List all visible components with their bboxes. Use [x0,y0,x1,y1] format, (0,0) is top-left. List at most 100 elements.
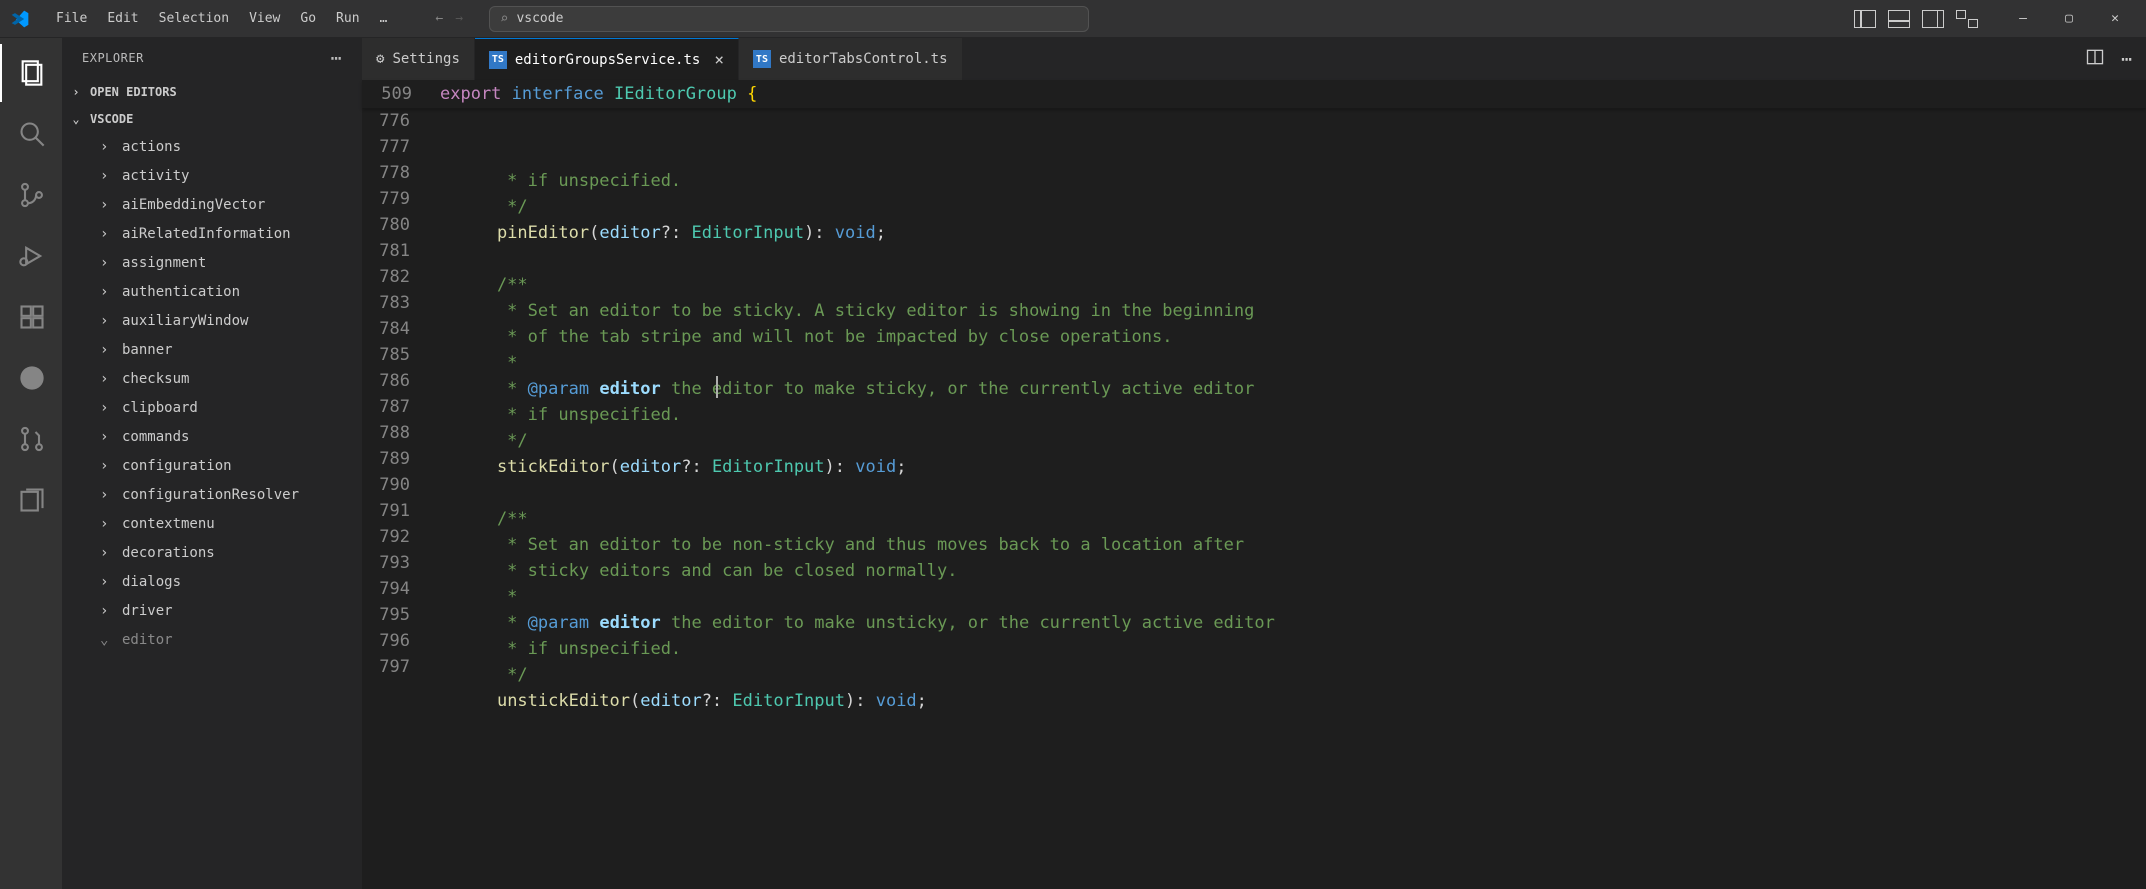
sticky-token: interface [512,84,604,104]
tree-folder[interactable]: ›authentication [62,277,362,306]
toggle-primary-sidebar-icon[interactable] [1854,10,1876,28]
tree-folder[interactable]: ›actions [62,132,362,161]
code-line[interactable]: */ [456,428,2146,454]
tree-item-label: actions [122,139,181,155]
activity-references-icon[interactable] [0,471,62,529]
split-editor-icon[interactable] [2085,47,2105,71]
window-maximize-icon[interactable]: ▢ [2046,3,2092,35]
activity-debug-icon[interactable] [0,227,62,285]
code-line[interactable]: /** [456,272,2146,298]
window-minimize-icon[interactable]: — [2000,3,2046,35]
menu-selection[interactable]: Selection [149,7,239,30]
tree-folder[interactable]: ›checksum [62,364,362,393]
editor-tab[interactable]: ⚙Settings [362,38,475,80]
tree-item-label: configuration [122,458,232,474]
nav-forward-icon[interactable]: → [455,11,463,26]
tree-folder[interactable]: ›aiEmbeddingVector [62,190,362,219]
editor-tab[interactable]: TSeditorTabsControl.ts [739,38,963,80]
tree-folder[interactable]: ›commands [62,422,362,451]
tree-folder[interactable]: ›decorations [62,538,362,567]
code-line[interactable]: * @param editor the editor to make unsti… [456,610,2146,636]
code-line[interactable]: stickEditor(editor?: EditorInput): void; [456,454,2146,480]
nav-back-icon[interactable]: ← [435,11,443,26]
sticky-token: { [747,84,757,104]
tree-folder[interactable]: ›assignment [62,248,362,277]
file-tree[interactable]: ›actions›activity›aiEmbeddingVector›aiRe… [62,132,362,889]
chevron-down-icon: ⌄ [68,112,84,126]
sidebar-more-icon[interactable]: ⋯ [331,48,342,69]
window-close-icon[interactable]: ✕ [2092,3,2138,35]
editor-tab[interactable]: TSeditorGroupsService.ts× [475,38,739,80]
tree-folder[interactable]: ›aiRelatedInformation [62,219,362,248]
tree-folder[interactable]: ›activity [62,161,362,190]
code-line[interactable]: * [456,584,2146,610]
activity-bar [0,38,62,889]
activity-search-icon[interactable] [0,105,62,163]
tree-folder[interactable]: ›configuration [62,451,362,480]
code-line[interactable]: * if unspecified. [456,636,2146,662]
tree-folder[interactable]: ›dialogs [62,567,362,596]
search-input: vscode [516,11,563,26]
tree-item-label: decorations [122,545,215,561]
code-content[interactable]: * if unspecified. */ pinEditor(editor?: … [452,108,2146,889]
editor-more-icon[interactable]: ⋯ [2121,49,2132,70]
line-number: 796 [362,628,436,654]
tree-folder[interactable]: ›contextmenu [62,509,362,538]
section-open-editors[interactable]: › OPEN EDITORS [62,78,362,105]
menu-file[interactable]: File [46,7,97,30]
code-line[interactable]: * if unspecified. [456,168,2146,194]
activity-github-icon[interactable] [0,349,62,407]
code-line[interactable]: */ [456,194,2146,220]
code-line[interactable]: * of the tab stripe and will not be impa… [456,324,2146,350]
line-number: 789 [362,446,436,472]
menu-go[interactable]: Go [290,7,326,30]
menu-edit[interactable]: Edit [97,7,148,30]
toggle-panel-icon[interactable] [1888,10,1910,28]
activity-explorer-icon[interactable] [0,44,62,102]
tree-folder[interactable]: ⌄editor [62,625,362,654]
chevron-right-icon: › [100,255,114,271]
tree-item-label: configurationResolver [122,487,299,503]
explorer-title: EXPLORER [82,51,144,65]
code-line[interactable]: * sticky editors and can be closed norma… [456,558,2146,584]
line-number: 782 [362,264,436,290]
code-line[interactable]: * [456,350,2146,376]
line-number: 788 [362,420,436,446]
tree-folder[interactable]: ›banner [62,335,362,364]
code-line[interactable]: /** [456,506,2146,532]
activity-pull-request-icon[interactable] [0,410,62,468]
line-number: 785 [362,342,436,368]
command-center[interactable]: ⌕ vscode [489,6,1089,32]
code-line[interactable] [456,246,2146,272]
vscode-logo-icon [8,7,32,31]
sticky-token: IEditorGroup [614,84,737,104]
code-line[interactable]: pinEditor(editor?: EditorInput): void; [456,220,2146,246]
code-line[interactable]: unstickEditor(editor?: EditorInput): voi… [456,688,2146,714]
close-tab-icon[interactable]: × [714,50,724,69]
code-line[interactable]: * @param editor the editor to make stick… [456,376,2146,402]
activity-extensions-icon[interactable] [0,288,62,346]
toggle-secondary-sidebar-icon[interactable] [1922,10,1944,28]
sticky-scroll[interactable]: 509 export interface IEditorGroup { [362,80,2146,108]
tree-folder[interactable]: ›auxiliaryWindow [62,306,362,335]
line-number: 792 [362,524,436,550]
menu-run[interactable]: Run [326,7,369,30]
code-line[interactable]: * Set an editor to be sticky. A sticky e… [456,298,2146,324]
tree-folder[interactable]: ›driver [62,596,362,625]
tree-folder[interactable]: ›configurationResolver [62,480,362,509]
activity-source-control-icon[interactable] [0,166,62,224]
code-line[interactable]: * if unspecified. [456,402,2146,428]
text-editor[interactable]: 7767777787797807817827837847857867877887… [362,108,2146,889]
customize-layout-icon[interactable] [1956,10,1978,28]
chevron-right-icon: › [100,429,114,445]
menu-more-icon[interactable]: … [370,7,398,30]
code-line[interactable] [456,714,2146,740]
code-line[interactable]: */ [456,662,2146,688]
line-number: 781 [362,238,436,264]
tree-folder[interactable]: ›clipboard [62,393,362,422]
typescript-icon: TS [753,50,771,68]
menu-view[interactable]: View [239,7,290,30]
section-workspace[interactable]: ⌄ VSCODE [62,105,362,132]
code-line[interactable]: * Set an editor to be non-sticky and thu… [456,532,2146,558]
code-line[interactable] [456,480,2146,506]
